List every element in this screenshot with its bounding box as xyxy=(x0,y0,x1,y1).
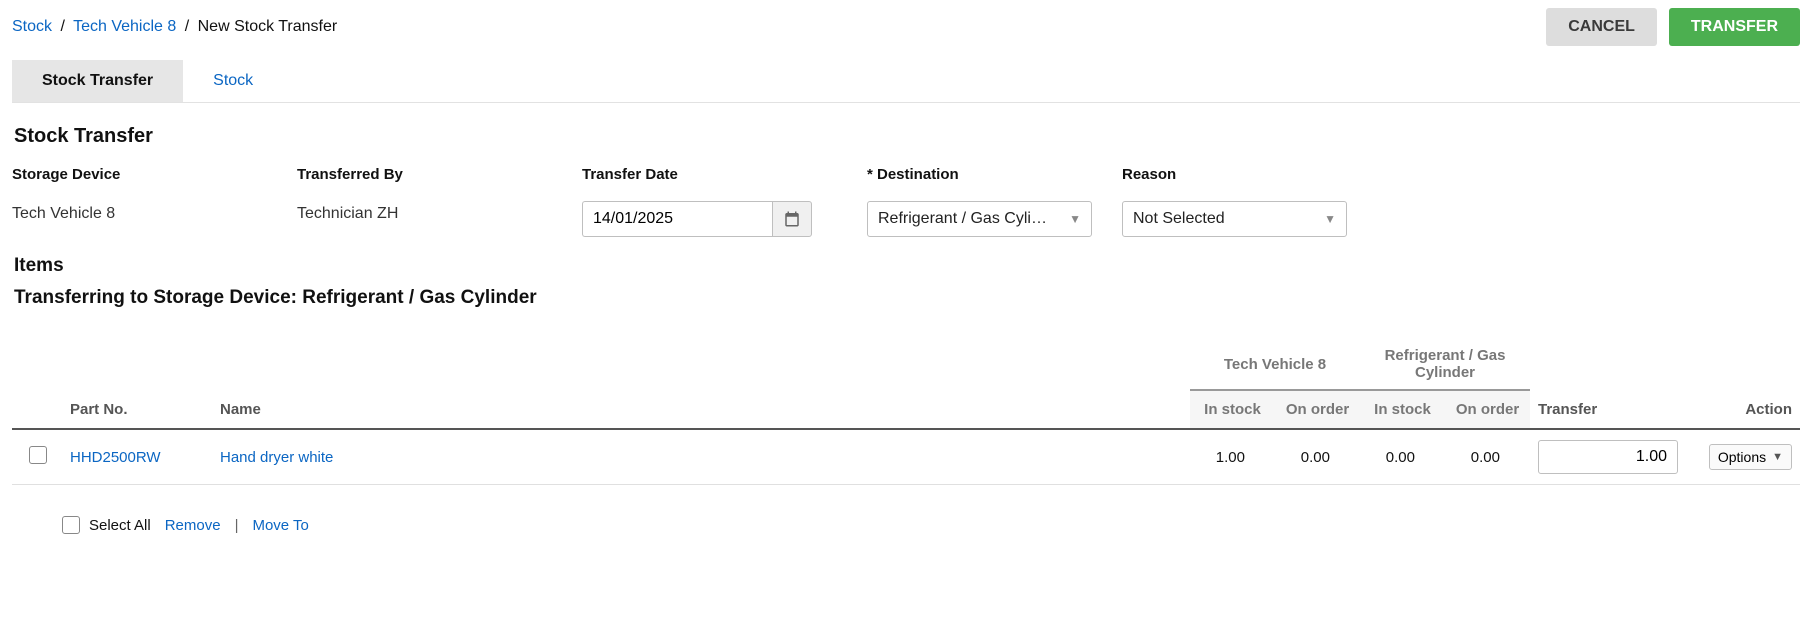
row-options-label: Options xyxy=(1718,449,1766,465)
breadcrumb-device-link[interactable]: Tech Vehicle 8 xyxy=(73,18,176,35)
transfer-button[interactable]: TRANSFER xyxy=(1669,8,1800,46)
items-title: Items xyxy=(14,255,1800,277)
col-src-onorder: On order xyxy=(1275,390,1360,429)
label-transferred-by: Transferred By xyxy=(297,166,552,183)
select-all-label: Select All xyxy=(89,517,151,534)
group-header-source: Tech Vehicle 8 xyxy=(1190,339,1360,390)
section-title: Stock Transfer xyxy=(14,125,1800,148)
items-table: Tech Vehicle 8 Refrigerant / Gas Cylinde… xyxy=(12,339,1800,485)
label-destination: * Destination xyxy=(867,166,1092,183)
label-transfer-date: Transfer Date xyxy=(582,166,837,183)
breadcrumb-stock-link[interactable]: Stock xyxy=(12,18,52,35)
part-no-link[interactable]: HHD2500RW xyxy=(70,449,161,466)
cancel-button[interactable]: CANCEL xyxy=(1546,8,1657,46)
chevron-down-icon: ▼ xyxy=(1772,451,1783,463)
item-name-link[interactable]: Hand dryer white xyxy=(220,449,333,466)
breadcrumb-sep: / xyxy=(181,18,193,35)
dest-instock-value: 0.00 xyxy=(1360,429,1445,485)
col-transfer: Transfer xyxy=(1530,390,1700,429)
transfer-date-input[interactable] xyxy=(582,201,772,237)
breadcrumb-current: New Stock Transfer xyxy=(198,18,338,35)
table-row: HHD2500RW Hand dryer white 1.00 0.00 0.0… xyxy=(12,429,1800,485)
destination-selected: Refrigerant / Gas Cylind… xyxy=(878,210,1048,228)
tab-stock-transfer[interactable]: Stock Transfer xyxy=(12,60,183,102)
tab-stock[interactable]: Stock xyxy=(183,60,283,102)
label-reason: Reason xyxy=(1122,166,1347,183)
dest-onorder-value: 0.00 xyxy=(1445,429,1530,485)
row-options-button[interactable]: Options ▼ xyxy=(1709,444,1792,470)
select-all-checkbox[interactable] xyxy=(62,516,80,534)
transfer-qty-input[interactable] xyxy=(1538,440,1678,474)
move-to-link[interactable]: Move To xyxy=(252,517,308,534)
col-dest-onorder: On order xyxy=(1445,390,1530,429)
reason-select[interactable]: Not Selected ▼ xyxy=(1122,201,1347,237)
chevron-down-icon: ▼ xyxy=(1324,212,1336,226)
value-storage-device: Tech Vehicle 8 xyxy=(12,201,267,223)
destination-select[interactable]: Refrigerant / Gas Cylind… ▼ xyxy=(867,201,1092,237)
label-storage-device: Storage Device xyxy=(12,166,267,183)
value-transferred-by: Technician ZH xyxy=(297,201,552,223)
group-header-dest: Refrigerant / Gas Cylinder xyxy=(1360,339,1530,390)
col-part-no: Part No. xyxy=(62,390,212,429)
reason-selected: Not Selected xyxy=(1133,210,1225,228)
calendar-icon-svg xyxy=(783,210,801,228)
tabs: Stock Transfer Stock xyxy=(12,60,1800,103)
transfer-target-heading: Transferring to Storage Device: Refriger… xyxy=(14,287,1800,309)
src-onorder-value: 0.00 xyxy=(1275,429,1360,485)
footer-actions: Select All Remove | Move To xyxy=(58,513,1800,537)
calendar-icon[interactable] xyxy=(772,201,812,237)
remove-link[interactable]: Remove xyxy=(165,517,221,534)
src-instock-value: 1.00 xyxy=(1190,429,1275,485)
select-all-wrapper[interactable]: Select All xyxy=(58,513,151,537)
col-dest-instock: In stock xyxy=(1360,390,1445,429)
col-action: Action xyxy=(1700,390,1800,429)
row-checkbox[interactable] xyxy=(29,446,47,464)
breadcrumb: Stock / Tech Vehicle 8 / New Stock Trans… xyxy=(12,18,337,36)
chevron-down-icon: ▼ xyxy=(1069,212,1081,226)
col-name: Name xyxy=(212,390,1190,429)
col-src-instock: In stock xyxy=(1190,390,1275,429)
divider: | xyxy=(235,517,239,534)
breadcrumb-sep: / xyxy=(56,18,68,35)
